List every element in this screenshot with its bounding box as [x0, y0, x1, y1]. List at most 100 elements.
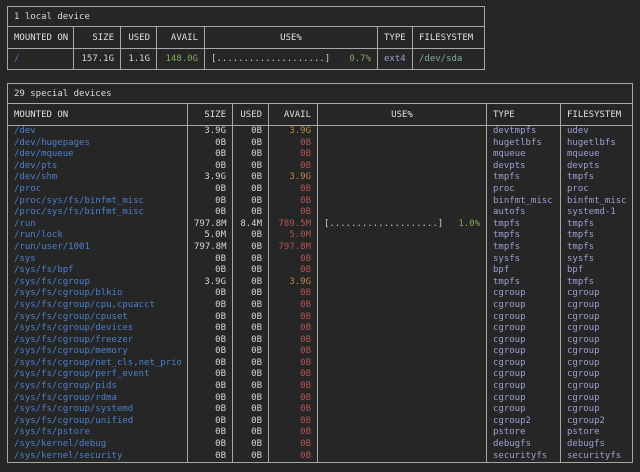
cell-filesystem: securityfs: [560, 451, 633, 463]
cell-used: 0B: [232, 138, 268, 150]
cell-use-percent: [317, 439, 486, 451]
cell-use-percent: [317, 451, 486, 463]
cell-size: 0B: [187, 184, 232, 196]
table-row: /run 797.8M 8.4M 789.5M [...............…: [8, 219, 632, 231]
cell-avail: 0B: [268, 161, 317, 173]
cell-avail: 0B: [268, 288, 317, 300]
cell-type: proc: [486, 184, 560, 196]
cell-type: devtmpfs: [486, 126, 560, 138]
cell-used: 0B: [232, 242, 268, 254]
cell-type: cgroup: [486, 393, 560, 405]
table-row: /dev/pts 0B 0B 0B devpts devpts: [8, 161, 632, 173]
usage-bar: [....................]: [211, 49, 330, 69]
usage-percent: 1.0%: [458, 219, 480, 231]
terminal-screen: 1 local device MOUNTED ON SIZE USED AVAI…: [7, 6, 640, 463]
cell-size: 797.8M: [187, 242, 232, 254]
special-table-title: 29 special devices: [8, 84, 632, 104]
cell-size: 0B: [187, 404, 232, 416]
cell-use-percent: [317, 277, 486, 289]
cell-size: 0B: [187, 300, 232, 312]
cell-avail: 0B: [268, 346, 317, 358]
cell-filesystem: cgroup: [560, 381, 633, 393]
cell-size: 0B: [187, 161, 232, 173]
cell-type: binfmt_misc: [486, 196, 560, 208]
cell-mounted-on: /dev/shm: [8, 172, 187, 184]
cell-mounted-on: /sys/fs/cgroup/net_cls,net_prio: [8, 358, 187, 370]
cell-mounted-on: /proc/sys/fs/binfmt_misc: [8, 207, 187, 219]
cell-use-percent: [317, 312, 486, 324]
cell-used: 0B: [232, 416, 268, 428]
cell-type: bpf: [486, 265, 560, 277]
cell-filesystem: cgroup: [560, 346, 633, 358]
cell-use-percent: [317, 323, 486, 335]
cell-filesystem: cgroup: [560, 312, 633, 324]
header-size: SIZE: [73, 27, 120, 48]
cell-size: 0B: [187, 346, 232, 358]
cell-avail: 0B: [268, 184, 317, 196]
cell-use-percent: [317, 335, 486, 347]
cell-filesystem: binfmt_misc: [560, 196, 633, 208]
cell-type: tmpfs: [486, 219, 560, 231]
cell-filesystem: tmpfs: [560, 219, 633, 231]
cell-filesystem: tmpfs: [560, 172, 633, 184]
header-used: USED: [232, 104, 268, 125]
cell-size: 0B: [187, 138, 232, 150]
table-row: /sys/fs/cgroup/cpuset 0B 0B 0B cgroup cg…: [8, 312, 632, 324]
cell-size: 0B: [187, 196, 232, 208]
cell-size: 0B: [187, 207, 232, 219]
cell-use-percent: [317, 381, 486, 393]
table-row: /sys/fs/cgroup/cpu,cpuacct 0B 0B 0B cgro…: [8, 300, 632, 312]
cell-filesystem: mqueue: [560, 149, 633, 161]
cell-use-percent: [317, 358, 486, 370]
cell-avail: 3.9G: [268, 277, 317, 289]
cell-filesystem: cgroup: [560, 358, 633, 370]
header-use-percent: USE%: [317, 104, 486, 125]
header-type: TYPE: [377, 27, 412, 48]
cell-used: 0B: [232, 358, 268, 370]
cell-mounted-on: /proc/sys/fs/binfmt_misc: [8, 196, 187, 208]
cell-size: 3.9G: [187, 126, 232, 138]
cell-filesystem: tmpfs: [560, 242, 633, 254]
table-row: /sys/fs/cgroup/blkio 0B 0B 0B cgroup cgr…: [8, 288, 632, 300]
cell-filesystem: cgroup: [560, 300, 633, 312]
cell-filesystem: cgroup2: [560, 416, 633, 428]
cell-use-percent: [317, 172, 486, 184]
cell-use-percent: [317, 161, 486, 173]
table-row: /sys/fs/cgroup 3.9G 0B 3.9G tmpfs tmpfs: [8, 277, 632, 289]
table-row: /sys/kernel/security 0B 0B 0B securityfs…: [8, 451, 632, 463]
cell-use-percent: [317, 288, 486, 300]
header-size: SIZE: [187, 104, 232, 125]
cell-type: cgroup: [486, 288, 560, 300]
special-table-body: /dev 3.9G 0B 3.9G devtmpfs udev /dev/hug…: [8, 126, 632, 462]
table-row: /sys/fs/bpf 0B 0B 0B bpf bpf: [8, 265, 632, 277]
cell-mounted-on: /sys/kernel/debug: [8, 439, 187, 451]
cell-avail: 0B: [268, 323, 317, 335]
cell-mounted-on: /sys: [8, 254, 187, 266]
cell-used: 0B: [232, 323, 268, 335]
cell-type: ext4: [377, 49, 412, 69]
cell-type: cgroup: [486, 346, 560, 358]
cell-type: cgroup: [486, 323, 560, 335]
header-type: TYPE: [486, 104, 560, 125]
cell-type: cgroup: [486, 404, 560, 416]
cell-size: 0B: [187, 451, 232, 463]
cell-type: hugetlbfs: [486, 138, 560, 150]
cell-avail: 0B: [268, 149, 317, 161]
local-table-title: 1 local device: [8, 7, 484, 27]
cell-size: 0B: [187, 369, 232, 381]
cell-mounted-on: /sys/fs/cgroup/systemd: [8, 404, 187, 416]
header-filesystem: FILESYSTEM: [560, 104, 633, 125]
cell-used: 0B: [232, 393, 268, 405]
cell-mounted-on: /sys/fs/cgroup: [8, 277, 187, 289]
cell-mounted-on: /dev/pts: [8, 161, 187, 173]
cell-avail: 0B: [268, 265, 317, 277]
cell-mounted-on: /proc: [8, 184, 187, 196]
cell-mounted-on: /dev: [8, 126, 187, 138]
cell-use-percent: [317, 242, 486, 254]
cell-used: 0B: [232, 439, 268, 451]
cell-mounted-on: /dev/hugepages: [8, 138, 187, 150]
cell-use-percent: [317, 265, 486, 277]
local-devices-table: 1 local device MOUNTED ON SIZE USED AVAI…: [7, 6, 485, 70]
cell-type: securityfs: [486, 451, 560, 463]
cell-used: 0B: [232, 346, 268, 358]
